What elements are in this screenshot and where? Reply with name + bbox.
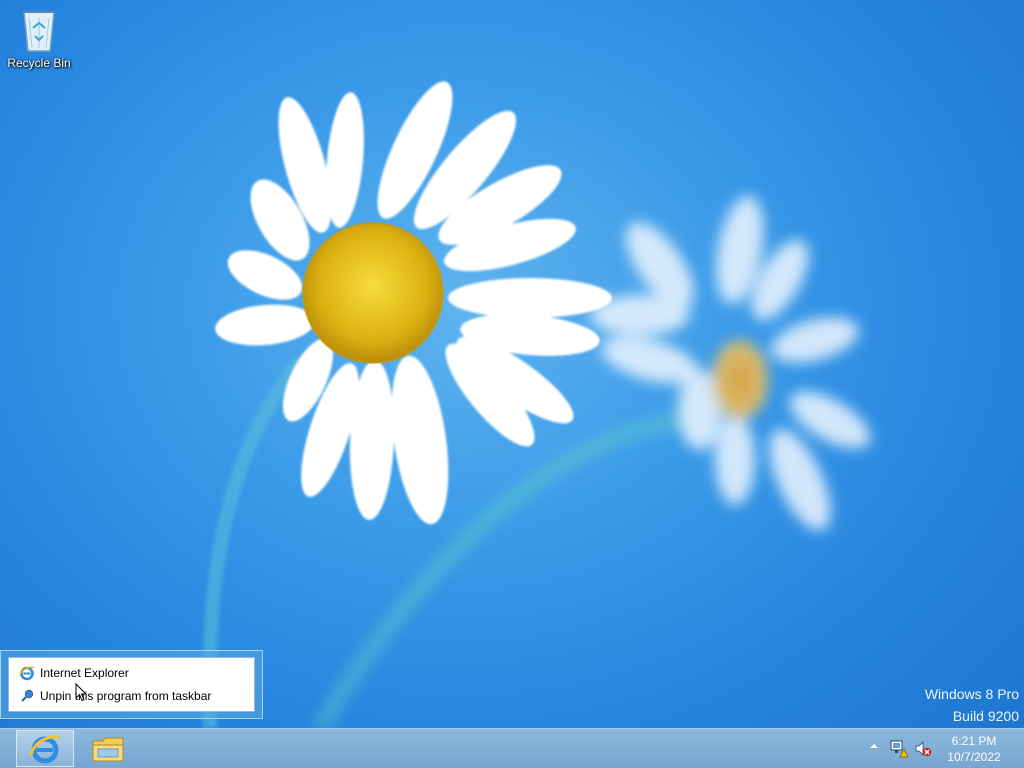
windows-version-watermark: Windows 8 Pro Build 9200: [925, 683, 1019, 727]
jump-list-panel: Internet Explorer Unpin this program fro…: [8, 657, 255, 712]
file-explorer-icon: [92, 737, 124, 761]
internet-explorer-icon: [29, 734, 60, 763]
clock-date: 10/7/2022: [947, 750, 1001, 764]
recycle-bin-label: Recycle Bin: [7, 56, 71, 70]
watermark-edition: Windows 8 Pro: [924, 686, 1019, 702]
clock-time: 6:21 PM: [951, 734, 997, 748]
jump-list-item-label: Unpin this program from taskbar: [40, 689, 212, 703]
taskbar-file-explorer-button[interactable]: [79, 730, 137, 767]
watermark-build: Build 9200: [952, 708, 1019, 724]
jump-list-item-label: Internet Explorer: [40, 666, 129, 680]
taskbar-jump-list: Internet Explorer Unpin this program fro…: [0, 650, 263, 719]
volume-muted-icon[interactable]: [914, 740, 932, 758]
recycle-bin[interactable]: Recycle Bin: [4, 6, 74, 70]
jump-list-item-unpin[interactable]: Unpin this program from taskbar: [11, 685, 252, 707]
taskbar-clock[interactable]: 6:21 PM 10/7/2022: [940, 733, 1008, 765]
internet-explorer-icon: [19, 666, 35, 681]
network-warning-icon[interactable]: [890, 740, 908, 758]
taskbar-internet-explorer-button[interactable]: [16, 730, 74, 767]
mouse-pointer-icon: [75, 683, 87, 702]
unpin-icon: [21, 689, 34, 702]
wallpaper-daisy-image: [202, 81, 871, 728]
jump-list-item-internet-explorer[interactable]: Internet Explorer: [11, 662, 252, 684]
recycle-bin-icon: [23, 11, 55, 52]
desktop[interactable]: Recycle Bin Windows 8 Pro Build 9200 Int…: [0, 0, 1024, 768]
taskbar: 6:21 PM 10/7/2022: [0, 728, 1024, 768]
show-hidden-icons-icon[interactable]: [869, 741, 879, 751]
